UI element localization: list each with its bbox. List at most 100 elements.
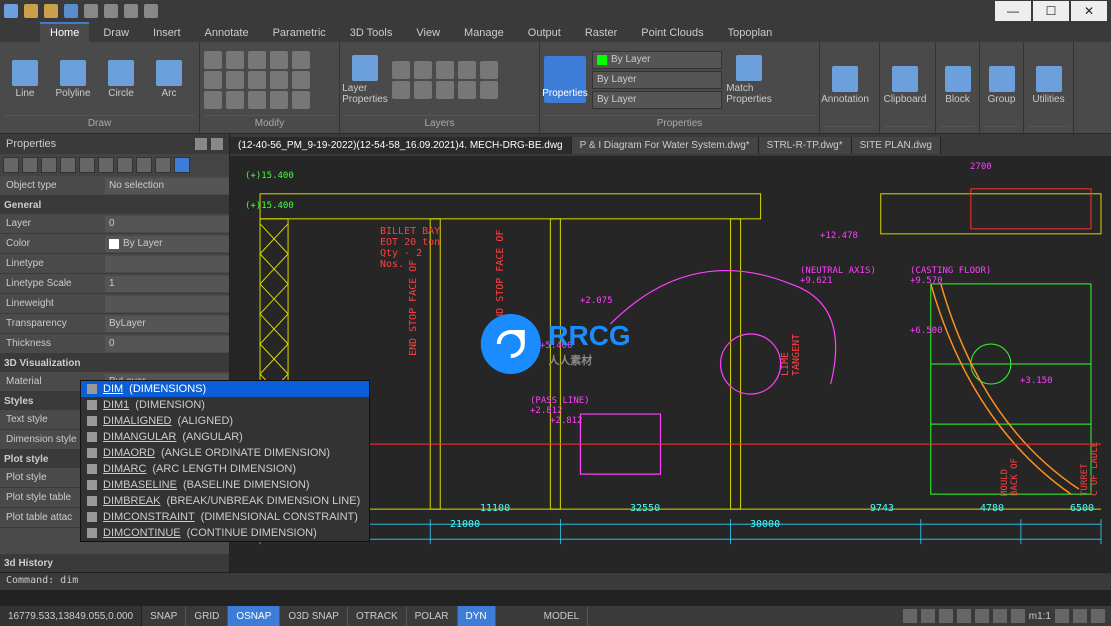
close-icon[interactable] (211, 138, 223, 150)
autocomplete-item[interactable]: DIMCONSTRAINT (DIMENSIONAL CONSTRAINT) (81, 509, 369, 525)
properties-panel-header[interactable]: Properties (0, 134, 229, 154)
layer-walk-icon[interactable] (458, 81, 476, 99)
ribbon-tab-output[interactable]: Output (518, 24, 571, 42)
ribbon-tab-view[interactable]: View (406, 24, 450, 42)
prop-value[interactable] (105, 296, 229, 312)
clean-icon[interactable] (1055, 609, 1069, 623)
document-tab[interactable]: SITE PLAN.dwg (852, 137, 941, 154)
select-icon[interactable] (3, 157, 19, 173)
model-toggle[interactable]: MODEL (536, 606, 589, 626)
save-icon[interactable] (64, 4, 78, 18)
ribbon-tab-topoplan[interactable]: Topoplan (718, 24, 783, 42)
pin-prop-icon[interactable] (174, 157, 190, 173)
array-icon[interactable] (226, 91, 244, 109)
chamfer-icon[interactable] (248, 91, 266, 109)
match-properties-button[interactable]: Match Properties (728, 55, 770, 105)
ribbon-tab-home[interactable]: Home (40, 22, 89, 42)
block-button[interactable]: Block (940, 66, 975, 105)
layer-off-icon[interactable] (392, 61, 410, 79)
join-icon[interactable] (292, 91, 310, 109)
measure-icon[interactable] (155, 157, 171, 173)
autocomplete-item[interactable]: DIMBREAK (BREAK/UNBREAK DIMENSION LINE) (81, 493, 369, 509)
unhide-icon[interactable] (117, 157, 133, 173)
prop-value[interactable]: By Layer (105, 236, 229, 252)
workspace-icon[interactable] (1011, 609, 1025, 623)
rotate-icon[interactable] (226, 51, 244, 69)
calc-icon[interactable] (136, 157, 152, 173)
status-toggle-dyn[interactable]: DYN (458, 606, 496, 626)
app-icon[interactable] (4, 4, 18, 18)
autocomplete-item[interactable]: DIMCONTINUE (CONTINUE DIMENSION) (81, 525, 369, 541)
line-button[interactable]: Line (4, 60, 46, 99)
prop-group-header[interactable]: General (0, 196, 229, 214)
scale-icon[interactable] (226, 71, 244, 89)
copy-icon[interactable] (204, 71, 222, 89)
settings-icon[interactable] (1091, 609, 1105, 623)
group-button[interactable]: Group (984, 66, 1019, 105)
layer-state-icon[interactable] (458, 61, 476, 79)
plot-icon[interactable] (124, 4, 138, 18)
layer-lock-icon[interactable] (436, 61, 454, 79)
status-toggle-osnap[interactable]: OSNAP (228, 606, 280, 626)
redo-icon[interactable] (104, 4, 118, 18)
ribbon-tab-manage[interactable]: Manage (454, 24, 514, 42)
document-tab[interactable]: P & I Diagram For Water System.dwg* (572, 137, 759, 154)
layer-iso-icon[interactable] (480, 61, 498, 79)
close-button[interactable]: ✕ (1071, 1, 1107, 21)
undo-icon[interactable] (84, 4, 98, 18)
layer-thaw-icon[interactable] (414, 81, 432, 99)
prop-value[interactable]: 0 (105, 216, 229, 232)
plus-icon[interactable] (1073, 609, 1087, 623)
offset-icon[interactable] (292, 71, 310, 89)
layer-freeze-icon[interactable] (414, 61, 432, 79)
ribbon-tab-point-clouds[interactable]: Point Clouds (631, 24, 713, 42)
polyline-button[interactable]: Polyline (52, 60, 94, 99)
prop-value[interactable]: ByLayer (105, 316, 229, 332)
erase-icon[interactable] (270, 51, 288, 69)
explode-icon[interactable] (270, 71, 288, 89)
autocomplete-item[interactable]: DIMARC (ARC LENGTH DIMENSION) (81, 461, 369, 477)
iso-icon[interactable] (903, 609, 917, 623)
ribbon-tab-draw[interactable]: Draw (93, 24, 139, 42)
linetype-dropdown[interactable]: By Layer (592, 71, 722, 89)
prop-value[interactable]: 0 (105, 336, 229, 352)
status-toggle-o3dsnap[interactable]: O3D SNAP (280, 606, 348, 626)
open-icon[interactable] (44, 4, 58, 18)
autocomplete-item[interactable]: DIMBASELINE (BASELINE DIMENSION) (81, 477, 369, 493)
history-tab[interactable]: 3d History (0, 554, 229, 572)
circle-button[interactable]: Circle (100, 60, 142, 99)
pick-icon[interactable] (22, 157, 38, 173)
status-toggle-snap[interactable]: SNAP (142, 606, 186, 626)
quickselect-icon[interactable] (60, 157, 76, 173)
status-toggle-polar[interactable]: POLAR (407, 606, 458, 626)
annoscale-icon[interactable] (993, 609, 1007, 623)
document-tab[interactable]: (12-40-56_PM_9-19-2022)(12-54-58_16.09.2… (230, 137, 572, 154)
prop-value[interactable]: No selection (105, 178, 229, 194)
prop-value[interactable]: 1 (105, 276, 229, 292)
autocomplete-item[interactable]: DIMALIGNED (ALIGNED) (81, 413, 369, 429)
isolate-icon[interactable] (79, 157, 95, 173)
move-icon[interactable] (204, 51, 222, 69)
autocomplete-item[interactable]: DIMANGULAR (ANGULAR) (81, 429, 369, 445)
ribbon-tab-insert[interactable]: Insert (143, 24, 191, 42)
document-tab[interactable]: STRL-R-TP.dwg* (759, 137, 852, 154)
align-icon[interactable] (270, 91, 288, 109)
lineweight-dropdown[interactable]: By Layer (592, 91, 722, 109)
autocomplete-item[interactable]: DIM (DIMENSIONS) (81, 381, 369, 397)
status-toggle-otrack[interactable]: OTRACK (348, 606, 407, 626)
lwt-icon[interactable] (957, 609, 971, 623)
ribbon-tab-3d-tools[interactable]: 3D Tools (340, 24, 403, 42)
ribbon-tab-raster[interactable]: Raster (575, 24, 627, 42)
scale-display[interactable]: m1:1 (1029, 611, 1051, 622)
grid-icon[interactable] (921, 609, 935, 623)
layer-on-icon[interactable] (392, 81, 410, 99)
dynucs-icon[interactable] (975, 609, 989, 623)
stretch-icon[interactable] (204, 91, 222, 109)
utilities-button[interactable]: Utilities (1028, 66, 1069, 105)
clipboard-button[interactable]: Clipboard (884, 66, 926, 105)
new-icon[interactable] (24, 4, 38, 18)
command-input[interactable] (0, 590, 1111, 606)
status-toggle-grid[interactable]: GRID (186, 606, 228, 626)
arc-button[interactable]: Arc (148, 60, 190, 99)
layer-properties-button[interactable]: Layer Properties (344, 55, 386, 105)
